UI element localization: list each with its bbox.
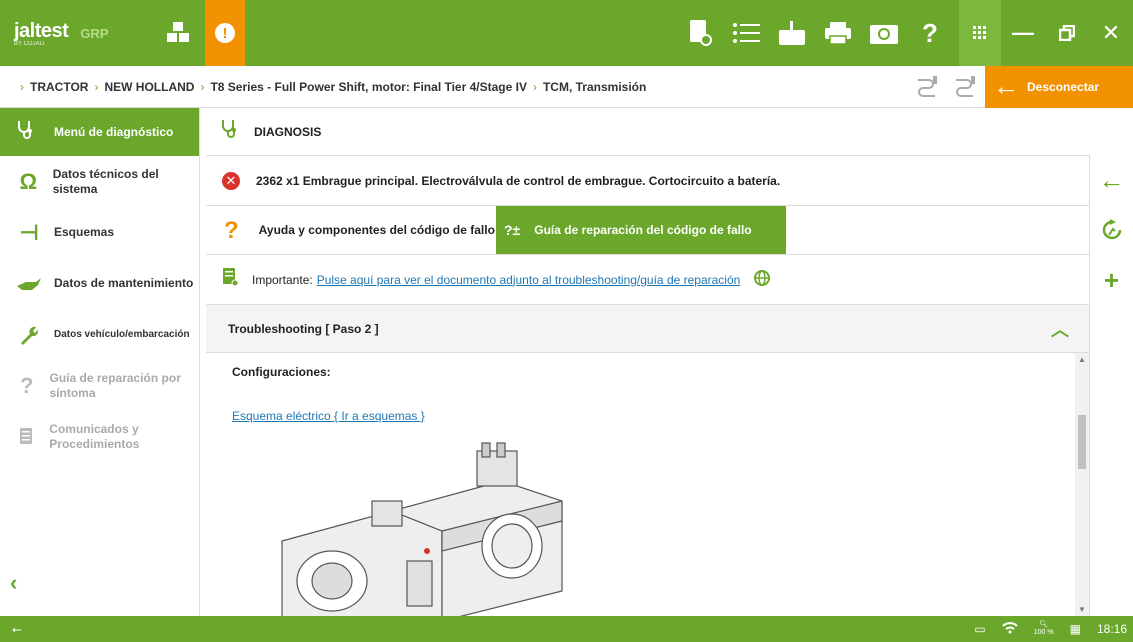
minimize-button[interactable]: — — [1001, 0, 1045, 66]
sidebar-header[interactable]: Menú de diagnóstico — [0, 108, 199, 156]
disconnect-button[interactable]: ← Desconectar — [985, 65, 1133, 108]
sidebar-item-procedures[interactable]: Comunicados y Procedimientos — [0, 411, 199, 462]
top-toolbar: jaltest BY COJALI GRP ! ? — ✕ — [0, 0, 1133, 66]
status-bar: ⭠ ▭ 🔍︎ 100 % ▦ 18:16 — [0, 616, 1133, 642]
document-icon — [222, 267, 239, 292]
arrow-left-icon: ← — [993, 71, 1019, 101]
brand-name: jaltest — [14, 19, 69, 42]
breadcrumb: › TRACTOR › NEW HOLLAND › T8 Series - Fu… — [20, 79, 647, 94]
right-action-bar: ← + — [1089, 155, 1133, 616]
breadcrumb-item[interactable]: NEW HOLLAND — [104, 80, 194, 94]
error-icon: ✕ — [222, 171, 240, 190]
cubes-icon[interactable] — [150, 0, 205, 66]
sidebar-item-schematics[interactable]: ⊣ Esquemas — [0, 207, 199, 258]
sidebar-item-label: Guía de reparación por síntoma — [49, 370, 181, 400]
question-icon: ? — [224, 216, 239, 244]
magnifier-icon: 🔍︎ — [1039, 621, 1049, 628]
apps-grid-button[interactable] — [959, 0, 1001, 66]
breadcrumb-item[interactable]: TRACTOR — [30, 80, 88, 94]
collapse-sidebar-icon[interactable]: ‹ — [10, 570, 17, 596]
scroll-up-icon[interactable]: ▲ — [1078, 355, 1086, 364]
sidebar-header-label: Menú de diagnóstico — [54, 125, 174, 139]
printer-icon[interactable] — [815, 0, 861, 66]
stethoscope-icon — [220, 119, 238, 144]
sidebar: Menú de diagnóstico Ω Datos técnicos del… — [0, 108, 200, 616]
jaltest-logo: jaltest BY COJALI GRP — [0, 0, 150, 66]
important-row: Importante: Pulse aquí para ver el docum… — [206, 255, 1089, 305]
keyboard-icon[interactable] — [769, 0, 815, 66]
schematic-icon: ⊣ — [18, 220, 40, 245]
list-icon[interactable] — [723, 0, 769, 66]
wifi-icon — [1002, 621, 1018, 637]
add-icon[interactable]: + — [1090, 255, 1133, 305]
troubleshooting-content: Configuraciones: Esquema eléctrico { Ir … — [206, 353, 1089, 616]
important-label: Importante: — [252, 272, 313, 287]
repair-guide-icon: ? — [20, 373, 34, 398]
troubleshooting-title: Troubleshooting [ Paso 2 ] — [228, 321, 379, 336]
zoom-indicator[interactable]: 🔍︎ 100 % — [1034, 621, 1054, 637]
diagnosis-header: DIAGNOSIS — [206, 108, 1089, 156]
usb-icon: ⭠ — [12, 621, 22, 636]
test-connection-icon[interactable] — [909, 66, 947, 108]
warning-button[interactable]: ! — [205, 0, 245, 66]
content-scrollbar[interactable]: ▲ ▼ — [1075, 353, 1089, 616]
tab-label: Ayuda y componentes del código de fallo — [258, 222, 495, 237]
breadcrumb-bar: › TRACTOR › NEW HOLLAND › T8 Series - Fu… — [0, 65, 1133, 108]
disconnect-label: Desconectar — [1027, 79, 1100, 94]
tab-repair-guide[interactable]: ?± Guía de reparación del código de fall… — [496, 206, 786, 254]
sidebar-item-symptom-guide[interactable]: ? Guía de reparación por síntoma — [0, 360, 199, 411]
stethoscope-icon — [16, 120, 42, 145]
sidebar-item-label: Datos de mantenimiento — [54, 276, 194, 290]
fault-code-text: 2362 x1 Embrague principal. Electroválvu… — [256, 173, 781, 188]
documents-icon — [16, 427, 37, 447]
fault-tabs: ? Ayuda y componentes del código de fall… — [206, 206, 1089, 255]
close-button[interactable]: ✕ — [1089, 0, 1133, 66]
brand-tag: GRP — [80, 25, 109, 41]
page-title: DIAGNOSIS — [254, 124, 322, 139]
brand-sub: BY COJALI — [14, 40, 45, 47]
ohm-icon: Ω — [19, 169, 38, 194]
help-icon[interactable]: ? — [907, 0, 953, 66]
repair-history-icon[interactable] — [1090, 205, 1133, 255]
report-icon[interactable] — [677, 0, 723, 66]
transmission-diagram — [281, 442, 563, 616]
scroll-down-icon[interactable]: ▼ — [1078, 605, 1086, 614]
fault-code-row: ✕ 2362 x1 Embrague principal. Electrovál… — [206, 156, 1089, 206]
oilcan-icon — [16, 276, 42, 292]
exclamation-icon: ! — [215, 23, 235, 43]
calendar-icon[interactable]: ▦ — [1070, 622, 1081, 636]
wrench-icon — [16, 325, 42, 345]
restore-button[interactable] — [1045, 0, 1089, 66]
sidebar-item-vehicle-data[interactable]: Datos vehículo/embarcación — [0, 309, 199, 360]
sidebar-item-technical-data[interactable]: Ω Datos técnicos del sistema — [0, 156, 199, 207]
troubleshooting-header[interactable]: Troubleshooting [ Paso 2 ] ︿ — [206, 305, 1089, 353]
zoom-level: 100 % — [1033, 629, 1054, 636]
camera-icon[interactable] — [861, 0, 907, 66]
grid-icon — [973, 26, 986, 39]
configurations-label: Configuraciones: — [232, 365, 331, 379]
tab-help-components[interactable]: ? Ayuda y componentes del código de fall… — [206, 206, 496, 254]
schematic-link[interactable]: Esquema eléctrico { Ir a esquemas } — [232, 409, 1089, 423]
battery-icon: ▭ — [974, 622, 986, 636]
sidebar-item-label: Datos técnicos del sistema — [52, 166, 159, 196]
sidebar-item-maintenance[interactable]: Datos de mantenimiento — [0, 258, 199, 309]
repair-guide-icon: ?± — [504, 221, 521, 238]
tab-label: Guía de reparación del código de fallo — [534, 222, 752, 237]
breadcrumb-item[interactable]: T8 Series - Full Power Shift, motor: Fin… — [210, 80, 527, 94]
main-panel: DIAGNOSIS ✕ 2362 x1 Embrague principal. … — [206, 108, 1089, 616]
sidebar-item-label: Comunicados y Procedimientos — [49, 421, 140, 451]
connection-icon[interactable] — [947, 66, 985, 108]
breadcrumb-item[interactable]: TCM, Transmisión — [543, 80, 646, 94]
attached-document-link[interactable]: Pulse aquí para ver el documento adjunto… — [317, 273, 741, 287]
globe-icon[interactable] — [754, 270, 771, 289]
back-arrow-icon[interactable]: ← — [1090, 155, 1133, 205]
scroll-thumb[interactable] — [1078, 415, 1086, 469]
sidebar-item-label: Esquemas — [54, 225, 115, 239]
clock-time: 18:16 — [1096, 622, 1127, 636]
sidebar-item-label: Datos vehículo/embarcación — [54, 329, 190, 340]
chevron-up-icon[interactable]: ︿ — [1051, 316, 1069, 342]
